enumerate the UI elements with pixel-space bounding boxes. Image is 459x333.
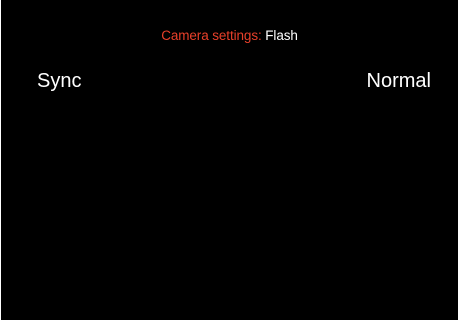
screen-title: Camera settings: Flash: [1, 28, 458, 43]
setting-value[interactable]: Normal: [367, 70, 431, 93]
camera-settings-screen: Camera settings: Flash Sync Normal: [1, 0, 458, 320]
title-section: Flash: [265, 28, 298, 43]
setting-row-sync[interactable]: Sync Normal: [37, 66, 431, 96]
title-prefix: Camera settings:: [161, 28, 266, 43]
setting-label: Sync: [37, 69, 82, 92]
